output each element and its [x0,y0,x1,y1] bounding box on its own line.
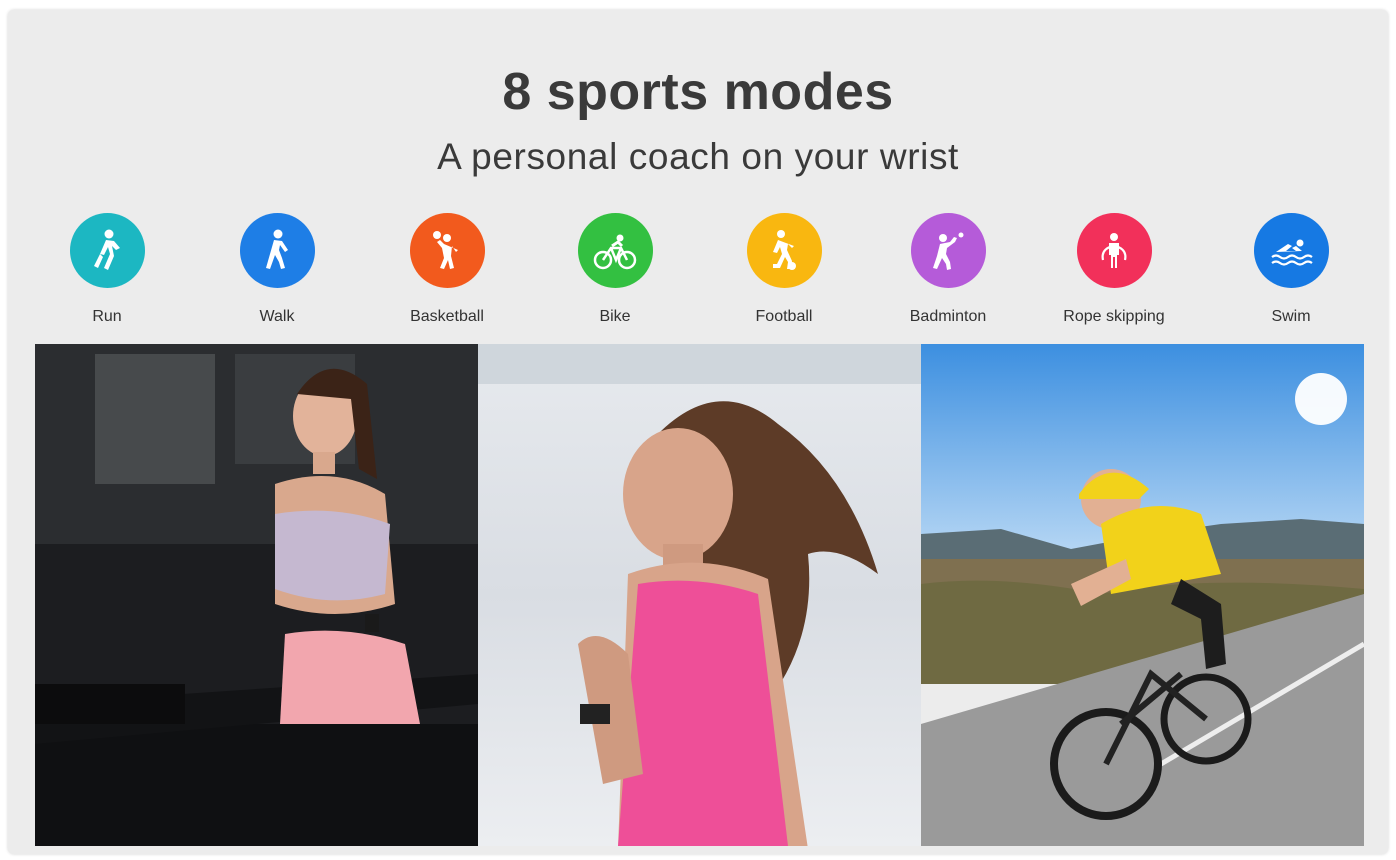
swim-icon [1253,213,1329,288]
walk-icon [239,213,315,288]
mode-walk: Walk [207,213,347,326]
mode-rope-skipping: Rope skipping [1044,213,1184,326]
mode-swim: Swim [1221,213,1361,326]
basketball-icon [409,213,485,288]
mode-label: Bike [599,308,631,325]
page-subtitle: A personal coach on your wrist [437,136,959,177]
run-icon [69,213,145,288]
mode-label: Swim [1271,308,1311,325]
treadmill-runner-photo [35,344,478,846]
road-cyclist-photo [921,344,1364,846]
mode-basketball: Basketball [377,213,517,326]
mode-label: Walk [259,308,295,325]
mode-label: Rope skipping [1063,308,1165,325]
bike-icon [577,213,653,288]
mode-football: Football [714,213,854,326]
outdoor-runner-photo [478,344,921,846]
mode-badminton: Badminton [878,213,1018,326]
mode-bike: Bike [545,213,685,326]
mode-label: Football [755,308,813,325]
badminton-icon [910,213,986,288]
mode-label: Run [92,308,122,325]
mode-label: Basketball [410,308,484,325]
rope-skipping-icon [1076,213,1152,288]
feature-card: 8 sports modes A personal coach on your … [8,10,1388,854]
football-icon [746,213,822,288]
mode-label: Badminton [909,308,987,325]
page-title: 8 sports modes [502,63,894,121]
mode-run: Run [37,213,177,326]
